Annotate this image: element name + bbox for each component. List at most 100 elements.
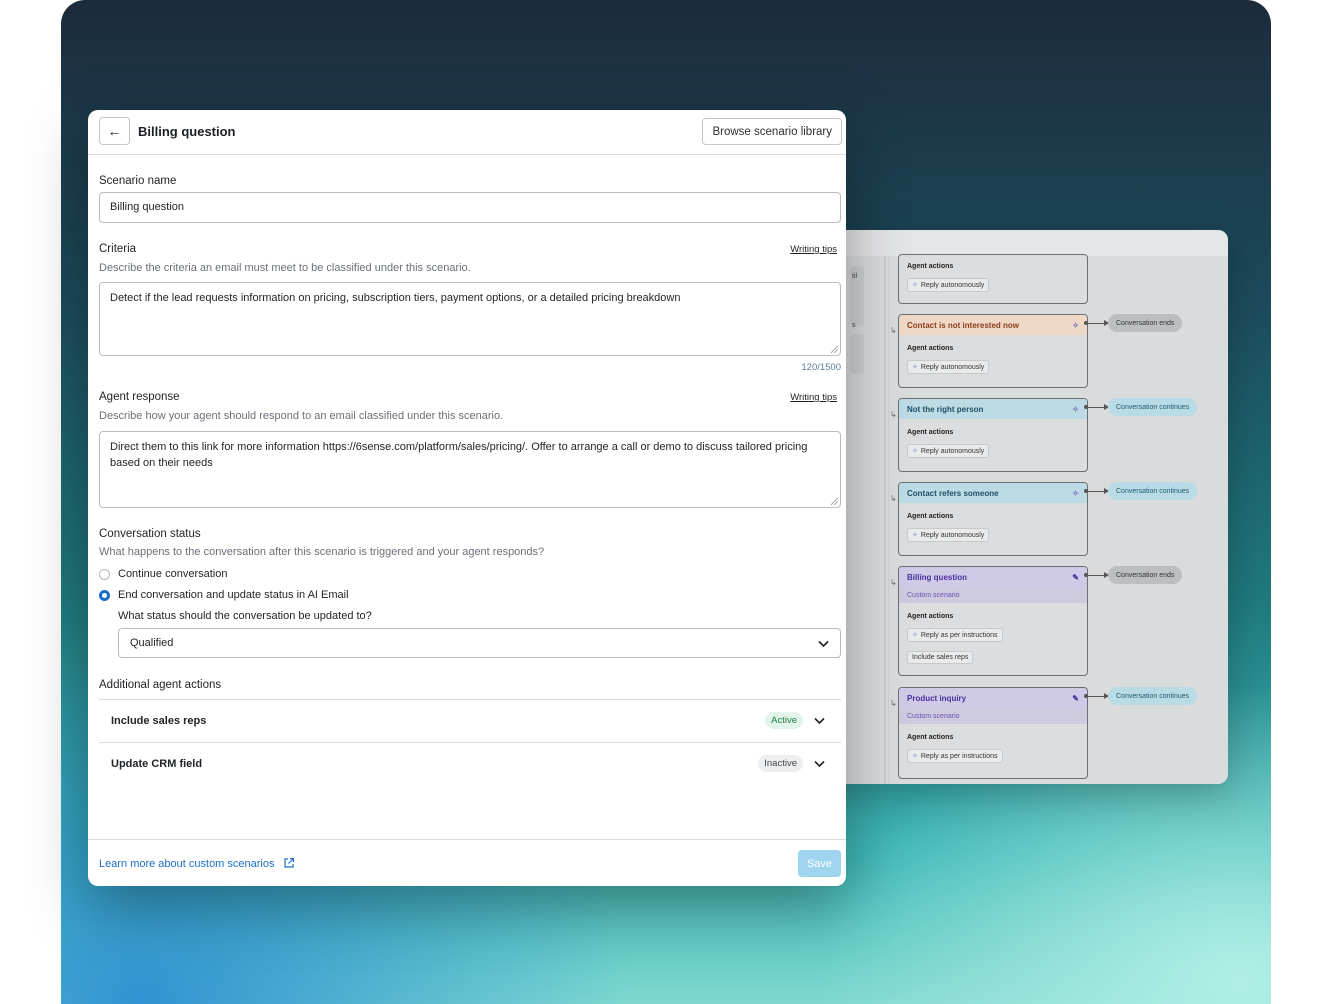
arrow-left-icon: ← [107, 123, 122, 139]
save-button[interactable]: Save [798, 850, 841, 877]
agent-actions-label: Agent actions [907, 345, 954, 352]
accordion-update-crm-field[interactable]: Update CRM field Inactive [99, 742, 841, 785]
flow-node-refers-someone[interactable]: Contact refers someone ✧ Agent actions ✧… [898, 482, 1088, 556]
agent-actions-label: Agent actions [907, 734, 954, 741]
sparkle-icon: ✧ [912, 632, 918, 639]
accordion-title: Include sales reps [111, 715, 207, 727]
end-conversation-label[interactable]: End conversation and update status in AI… [118, 589, 349, 601]
scenario-editor-panel: ← Billing question Browse scenario libra… [88, 110, 846, 886]
scenario-name-label: Scenario name [99, 175, 177, 187]
incoming-arrow-icon: ↳ [890, 578, 897, 587]
browse-scenario-library-button[interactable]: Browse scenario library [702, 118, 842, 145]
flow-node-product-inquiry[interactable]: Product inquiry ✎ Custom scenario Agent … [898, 687, 1088, 779]
flow-node-subtitle: Custom scenario [899, 587, 1087, 603]
status-badge: Active [765, 712, 803, 729]
flow-node-title: Contact is not interested now [907, 320, 1020, 330]
criteria-description: Describe the criteria an email must meet… [99, 262, 471, 274]
flow-node-billing-question[interactable]: Billing question ✎ Custom scenario Agent… [898, 566, 1088, 676]
agent-response-text: Direct them to this link for more inform… [110, 441, 808, 469]
back-button[interactable]: ← [99, 117, 130, 145]
sparkle-icon: ✧ [912, 364, 918, 371]
flow-node-title: Not the right person [907, 404, 984, 414]
learn-more-text: Learn more about custom scenarios [99, 858, 275, 870]
flow-node-title: Billing question [907, 572, 967, 582]
status-select[interactable]: Qualified [118, 628, 841, 658]
sparkle-icon: ✧ [1072, 320, 1079, 330]
criteria-text: Detect if the lead requests information … [110, 292, 681, 304]
flow-node-title: Contact refers someone [907, 488, 999, 498]
agent-response-description: Describe how your agent should respond t… [99, 410, 504, 422]
agent-response-textarea[interactable]: Direct them to this link for more inform… [99, 431, 841, 508]
flow-node-not-interested[interactable]: Contact is not interested now ✧ Agent ac… [898, 314, 1088, 388]
outcome-pill: Conversation continues [1108, 482, 1198, 500]
flow-node-title: Product inquiry [907, 693, 967, 703]
chevron-down-icon [818, 640, 829, 648]
sparkle-icon: ✧ [912, 532, 918, 539]
status-question-label: What status should the conversation be u… [118, 610, 372, 622]
sparkle-icon: ✧ [912, 282, 918, 289]
resize-grip-icon[interactable] [831, 346, 838, 353]
sparkle-icon: ✧ [1072, 488, 1079, 498]
action-chip: ✧ Reply as per instructions [907, 749, 1003, 763]
accordion-title: Update CRM field [111, 758, 203, 770]
action-chip: ✧ Reply as per instructions [907, 628, 1003, 642]
page-title: Billing question [138, 124, 236, 139]
flow-divider [888, 256, 889, 784]
outcome-pill: Conversation continues [1108, 687, 1198, 705]
learn-more-link[interactable]: Learn more about custom scenarios [99, 857, 295, 870]
flow-left-fragment: s [852, 322, 856, 329]
action-chip: ✧ Reply autonomously [907, 360, 990, 374]
sparkle-icon: ✧ [1072, 404, 1079, 414]
agent-response-writing-tips-link[interactable]: Writing tips [790, 392, 837, 403]
conversation-status-description: What happens to the conversation after t… [99, 546, 545, 558]
flow-arrow [1084, 488, 1109, 494]
action-chip: ✧ Reply autonomously [907, 444, 990, 458]
accordion-include-sales-reps[interactable]: Include sales reps Active [99, 699, 841, 742]
action-chip: Include sales reps [907, 651, 974, 664]
flow-arrow [1084, 572, 1109, 578]
status-badge: Inactive [758, 755, 803, 772]
flow-node-header: Not the right person ✧ [899, 399, 1087, 419]
external-link-icon [283, 857, 294, 868]
flow-arrow [1084, 320, 1109, 326]
incoming-arrow-icon: ↳ [890, 326, 897, 335]
status-select-value: Qualified [130, 637, 174, 649]
flow-node-header: Product inquiry ✎ [899, 688, 1087, 708]
panel-header: ← Billing question Browse scenario libra… [88, 110, 846, 155]
agent-actions-label: Agent actions [907, 613, 954, 620]
agent-actions-label: Agent actions [907, 263, 954, 270]
flow-node-header: Contact is not interested now ✧ [899, 315, 1087, 335]
agent-actions-label: Agent actions [907, 429, 954, 436]
criteria-textarea[interactable]: Detect if the lead requests information … [99, 282, 841, 356]
flow-divider [884, 256, 886, 784]
end-conversation-radio[interactable] [99, 590, 110, 601]
incoming-arrow-icon: ↳ [890, 699, 897, 708]
incoming-arrow-icon: ↳ [890, 410, 897, 419]
panel-footer: Learn more about custom scenarios Save [88, 839, 846, 886]
flow-topbar [826, 230, 1228, 256]
pencil-icon[interactable]: ✎ [1072, 573, 1079, 582]
additional-actions-label: Additional agent actions [99, 679, 222, 691]
continue-conversation-label[interactable]: Continue conversation [118, 568, 227, 580]
outcome-pill: Conversation continues [1108, 398, 1198, 416]
flow-left-fragment: til [852, 273, 858, 280]
chevron-down-icon[interactable] [814, 717, 825, 725]
flow-node-header: Contact refers someone ✧ [899, 483, 1087, 503]
flow-arrow [1084, 693, 1109, 699]
sparkle-icon: ✧ [912, 448, 918, 455]
criteria-writing-tips-link[interactable]: Writing tips [790, 244, 837, 255]
flow-node[interactable]: Agent actions ✧ Reply autonomously [898, 254, 1088, 304]
flow-arrow [1084, 404, 1109, 410]
continue-conversation-radio[interactable] [99, 569, 110, 580]
chevron-down-icon[interactable] [814, 760, 825, 768]
incoming-arrow-icon: ↳ [890, 494, 897, 503]
flow-node-header: Billing question ✎ [899, 567, 1087, 587]
agent-response-label: Agent response [99, 391, 180, 403]
scenario-name-input[interactable]: Billing question [99, 192, 841, 223]
agent-actions-label: Agent actions [907, 513, 954, 520]
pencil-icon[interactable]: ✎ [1072, 694, 1079, 703]
flow-node-not-right-person[interactable]: Not the right person ✧ Agent actions ✧ Re… [898, 398, 1088, 472]
criteria-label: Criteria [99, 243, 137, 255]
resize-grip-icon[interactable] [831, 498, 838, 505]
outcome-pill: Conversation ends [1108, 314, 1183, 332]
